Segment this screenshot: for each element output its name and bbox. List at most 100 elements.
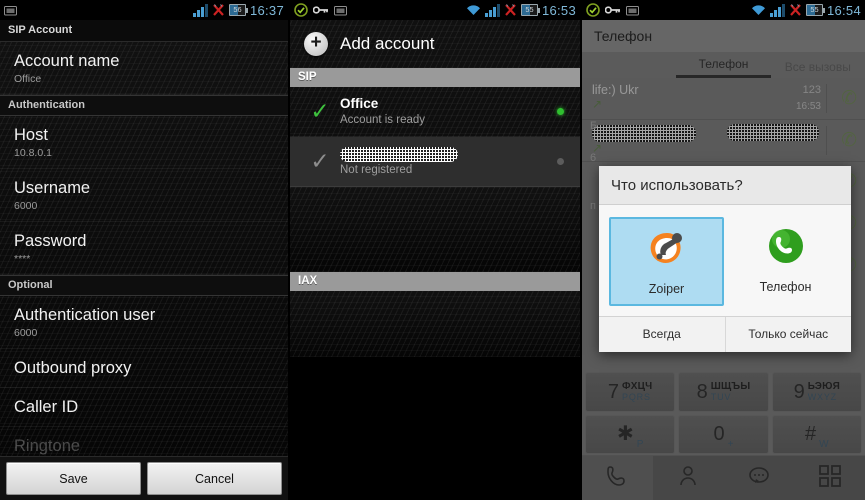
save-button[interactable]: Save (6, 462, 141, 495)
screenshot-icon (334, 5, 347, 16)
key-letters: ШЩЪЫ TUV (710, 381, 751, 402)
pref-username[interactable]: Username 6000 (0, 169, 288, 222)
key-digit: 8 (696, 380, 708, 403)
nav-dialer[interactable] (582, 456, 653, 500)
dialog-title: Что использовать? (599, 166, 851, 205)
green-handset-icon (734, 227, 837, 272)
pref-value: Office (14, 73, 42, 85)
wifi-icon (751, 4, 766, 16)
iax-list-empty (290, 291, 580, 357)
app-choice-phone[interactable]: Телефон (730, 217, 841, 306)
key-digit: 0 (713, 423, 725, 446)
key-letters: ФХЦЧ PQRS (622, 380, 653, 402)
key-letters: ЬЭЮЯ WXYZ (807, 380, 840, 402)
key-letters-en: WXYZ (807, 391, 837, 402)
page-title-sip-account: SIP Account (0, 20, 288, 42)
add-account-label: Add account (340, 34, 435, 53)
key-sub: P (636, 439, 644, 450)
tab-bar: Телефон Все вызовы (582, 52, 865, 78)
tab-phone[interactable]: Телефон (676, 57, 771, 78)
status-right-icons-2: 55 16:53 (466, 3, 576, 18)
pref-value: **** (14, 253, 31, 265)
status-bar-2: 55 16:53 (290, 0, 580, 20)
pref-label: Authentication user (14, 306, 156, 324)
dialpad-key-8[interactable]: 8 ШЩЪЫ TUV (678, 372, 769, 412)
pref-caller-id[interactable]: Caller ID (0, 388, 288, 427)
sip-settings-list[interactable]: Account name Office Authentication Host … (0, 42, 288, 478)
pref-value: 10.8.0.1 (14, 147, 52, 159)
status-left-icons-1 (4, 5, 17, 16)
dialog-app-grid: Zoiper Телефон (599, 205, 851, 316)
obscured-row-text: Б (590, 120, 598, 132)
nav-apps-grid[interactable] (794, 456, 865, 500)
key-letters-ru: ЬЭЮЯ (807, 380, 840, 392)
pref-authentication-user[interactable]: Authentication user 6000 (0, 296, 288, 349)
battery-level: 56 (233, 5, 242, 14)
account-status: Account is ready (340, 114, 426, 126)
dialpad: 7 ФХЦЧ PQRS 8 ШЩЪЫ TUV 9 ЬЭЮЯ WXYZ ✱ P 0… (582, 372, 865, 454)
no-data-x-icon (504, 3, 517, 17)
section-header-authentication: Authentication (0, 95, 288, 116)
call-log-row[interactable]: life:) Ukr ↗ 123 16:53 ✆ (582, 78, 865, 120)
app-bar-title: Телефон (582, 20, 865, 52)
dialpad-key-7[interactable]: 7 ФХЦЧ PQRS (585, 372, 676, 412)
call-handset-icon[interactable]: ✆ (841, 129, 857, 152)
pref-password[interactable]: Password **** (0, 222, 288, 275)
pref-host[interactable]: Host 10.8.0.1 (0, 116, 288, 169)
account-info: Not registered (340, 146, 557, 177)
panel2-bottom-fill (290, 357, 580, 500)
battery-level: 55 (525, 5, 534, 14)
pref-account-name[interactable]: Account name Office (0, 42, 288, 95)
bottom-nav-bar (582, 455, 865, 500)
app-choice-label: Телефон (759, 280, 812, 294)
panel-sip-account: 56 16:37 SIP Account Account name Office… (0, 0, 288, 500)
nav-messages[interactable] (724, 456, 795, 500)
status-left-icons-3 (586, 3, 639, 17)
dialpad-key-hash[interactable]: # W (771, 414, 862, 454)
dialpad-key-9[interactable]: 9 ЬЭЮЯ WXYZ (771, 372, 862, 412)
pref-label: Outbound proxy (14, 359, 132, 377)
no-data-x-icon (212, 3, 225, 17)
account-name-redacted (340, 146, 557, 162)
obscured-row-text: 6 (590, 152, 597, 164)
key-digit: # (805, 423, 817, 446)
tab-all-calls[interactable]: Все вызовы (771, 60, 865, 78)
account-info: Office Account is ready (340, 96, 557, 127)
dialpad-key-0[interactable]: 0 + (678, 414, 769, 454)
pref-outbound-proxy[interactable]: Outbound proxy (0, 349, 288, 388)
status-left-icons-2 (294, 3, 347, 17)
call-log-row[interactable]: ↗ ✆ (582, 120, 865, 162)
section-header-sip: SIP (290, 68, 580, 87)
screenshot-icon (4, 5, 17, 16)
dialpad-key-star[interactable]: ✱ P (585, 414, 676, 454)
clock-3: 16:54 (826, 2, 861, 18)
account-row-redacted[interactable]: ✓ Not registered (290, 137, 580, 187)
key-digit: 7 (607, 380, 620, 403)
apps-grid-icon (818, 464, 841, 492)
obscured-row-text: п (590, 200, 596, 212)
battery-icon: 55 (805, 4, 825, 16)
cancel-button[interactable]: Cancel (147, 462, 282, 495)
app-chooser-dialog: Что использовать? Zoiper Телефон Всегда … (599, 166, 851, 352)
call-time: 16:53 (795, 101, 821, 112)
signal-bars-icon (769, 3, 785, 17)
status-right-icons-3: 55 16:54 (751, 3, 861, 18)
key-letters-en: TUV (710, 391, 732, 402)
call-number-redacted (727, 124, 819, 142)
key-letters-ru: ФХЦЧ (622, 380, 653, 392)
signal-bars-icon (192, 3, 208, 17)
always-button[interactable]: Всегда (599, 317, 725, 352)
call-handset-icon[interactable]: ✆ (841, 87, 857, 110)
account-row-office[interactable]: ✓ Office Account is ready (290, 87, 580, 137)
key-letters-en: PQRS (622, 391, 651, 402)
nav-contacts[interactable] (653, 456, 724, 500)
panel-accounts: 55 16:53 + Add account SIP ✓ Office Acco… (288, 0, 582, 500)
plus-icon: + (304, 32, 328, 56)
add-account-button[interactable]: + Add account (290, 20, 580, 68)
dialer-icon (604, 463, 630, 494)
just-once-button[interactable]: Только сейчас (724, 317, 852, 352)
status-dot-online (557, 108, 564, 115)
call-number: 123 (802, 84, 821, 96)
row-divider (826, 84, 827, 113)
app-choice-zoiper[interactable]: Zoiper (609, 217, 724, 306)
